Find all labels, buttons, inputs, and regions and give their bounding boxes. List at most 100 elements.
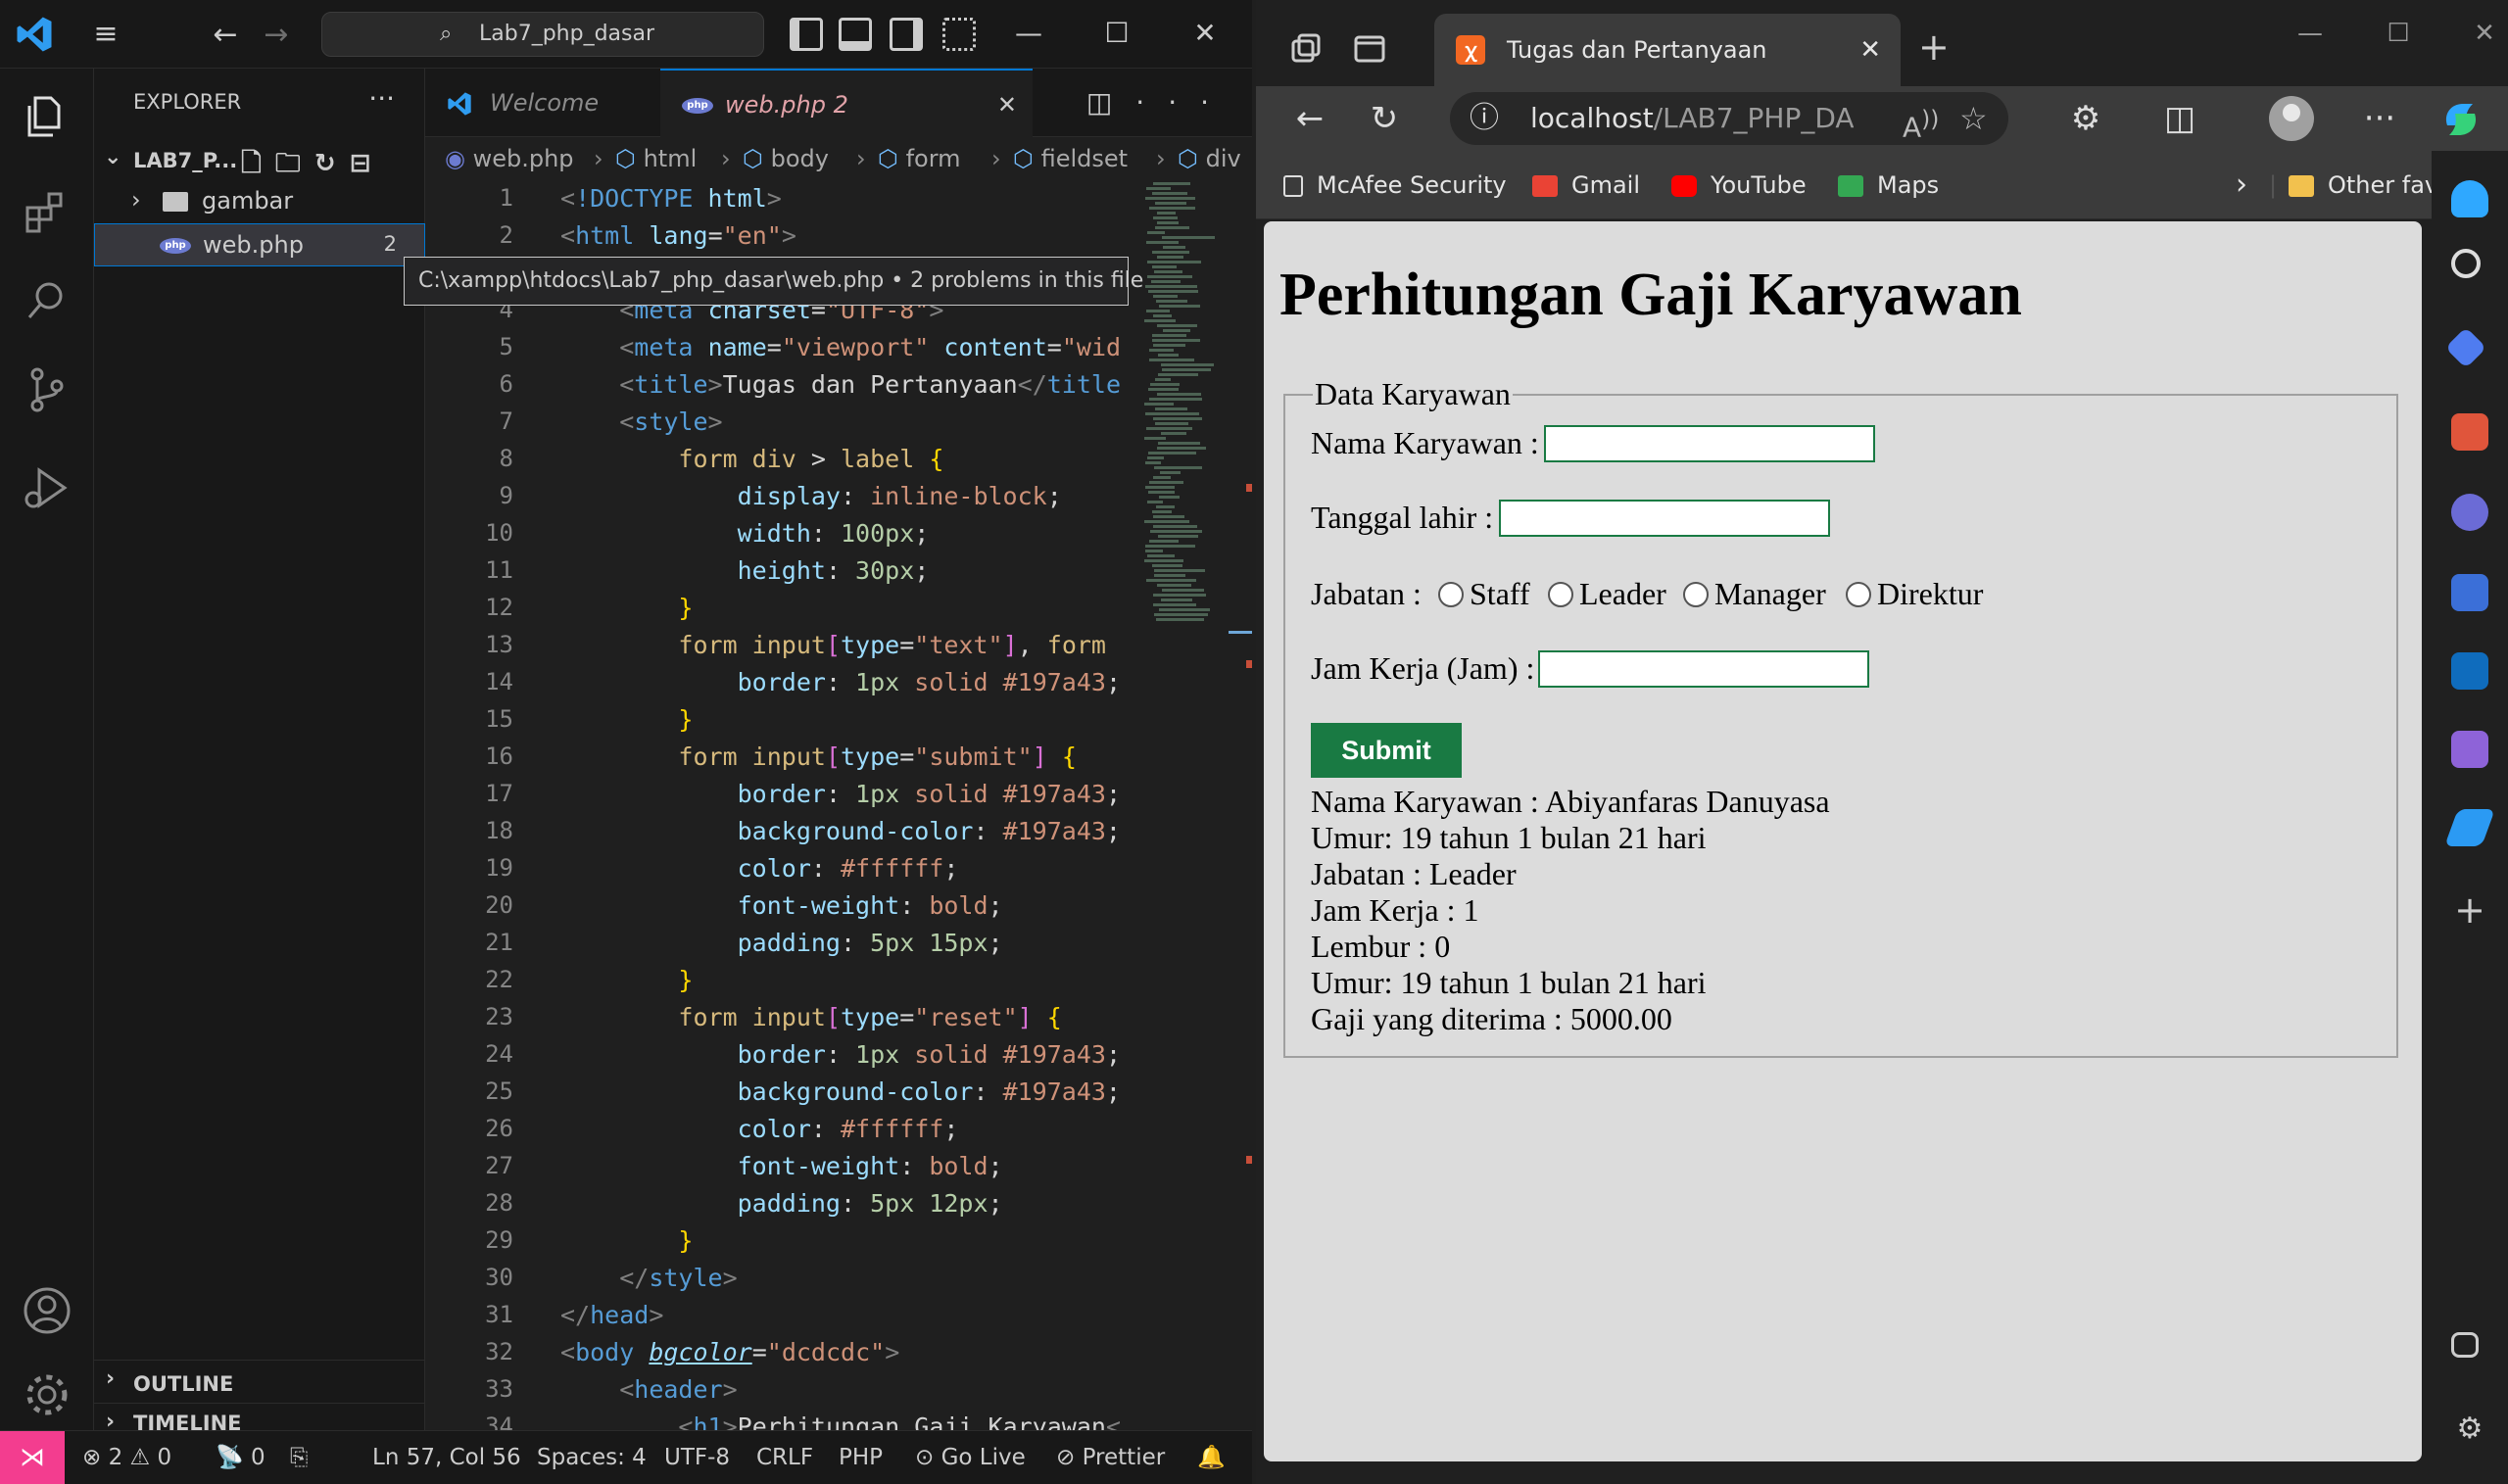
minimap-line xyxy=(1152,510,1172,513)
tree-item-web-php[interactable]: php web.php 2 xyxy=(94,223,425,266)
jam-kerja-input[interactable] xyxy=(1538,650,1869,688)
radio-leader[interactable] xyxy=(1548,582,1573,607)
notifications-bell-icon[interactable]: 🔔 xyxy=(1197,1431,1226,1484)
shopping-tag-icon[interactable] xyxy=(2444,326,2487,369)
indentation[interactable]: Spaces: 4 xyxy=(537,1431,647,1484)
go-live-button[interactable]: ⊙ Go Live xyxy=(915,1431,1026,1484)
breadcrumb-item-form[interactable]: ⬡ form xyxy=(878,137,961,180)
back-arrow-icon[interactable]: ← xyxy=(1285,94,1334,143)
workspaces-icon[interactable] xyxy=(1285,29,1325,69)
minimize-icon[interactable]: — xyxy=(2281,14,2339,53)
browser-tab-active[interactable]: ꭓ Tugas dan Pertanyaan ✕ xyxy=(1434,14,1901,86)
tree-item-gambar[interactable]: › gambar xyxy=(94,180,425,223)
tab-web-php[interactable]: php web.php 2 ✕ xyxy=(660,69,1033,137)
close-tab-icon[interactable]: ✕ xyxy=(997,71,1017,139)
language-mode[interactable]: PHP xyxy=(839,1431,883,1484)
microsoft365-icon[interactable] xyxy=(2451,574,2488,611)
code-editor[interactable]: 1234567891011121314151617181920212223242… xyxy=(425,180,1252,1430)
toggle-primary-sidebar-icon[interactable] xyxy=(790,18,823,51)
breadcrumb-item-file[interactable]: ◉ web.php xyxy=(445,137,574,180)
profile-avatar[interactable] xyxy=(2269,96,2314,141)
xampp-favicon-icon: ꭓ xyxy=(1456,35,1485,65)
read-aloud-icon[interactable]: A)) xyxy=(1903,92,1939,154)
breadcrumb-item-html[interactable]: ⬡ html xyxy=(615,137,697,180)
run-debug-icon[interactable] xyxy=(20,460,74,515)
drop-send-icon[interactable] xyxy=(2444,809,2495,846)
breadcrumb-item-div[interactable]: ⬡ div xyxy=(1178,137,1241,180)
favorite-maps[interactable]: Maps xyxy=(1838,151,1939,219)
settings-gear-icon[interactable] xyxy=(20,1367,74,1422)
command-center-search[interactable]: ⌕ Lab7_php_dasar xyxy=(321,12,764,57)
nama-input[interactable] xyxy=(1544,425,1875,462)
outline-section[interactable]: › OUTLINE xyxy=(94,1360,425,1403)
tools-briefcase-icon[interactable] xyxy=(2451,413,2488,451)
hide-sidebar-icon[interactable] xyxy=(2451,1332,2479,1358)
close-window-icon[interactable]: ✕ xyxy=(1176,14,1234,53)
problems-status[interactable]: ⊗ 2 ⚠ 0 xyxy=(82,1431,171,1484)
radio-direktur[interactable] xyxy=(1846,582,1871,607)
toggle-secondary-sidebar-icon[interactable] xyxy=(890,18,923,51)
extensions-puzzle-icon[interactable]: ⚙ xyxy=(2061,94,2110,143)
search-icon[interactable] xyxy=(2451,249,2481,278)
copilot-icon[interactable] xyxy=(2437,96,2484,143)
toggle-panel-icon[interactable] xyxy=(839,18,872,51)
site-info-icon[interactable]: ⓘ xyxy=(1470,92,1499,145)
maximize-icon[interactable]: ☐ xyxy=(2369,14,2428,53)
hamburger-menu-icon[interactable]: ≡ xyxy=(86,18,125,51)
cursor-position[interactable]: Ln 57, Col 56 xyxy=(372,1431,521,1484)
editor-actions[interactable]: ◫··· xyxy=(1086,69,1232,137)
search-icon[interactable] xyxy=(20,274,74,329)
minimize-icon[interactable]: — xyxy=(999,14,1058,53)
new-tab-icon[interactable]: + xyxy=(1918,27,1950,67)
radio-manager[interactable] xyxy=(1683,582,1709,607)
minimap-line xyxy=(1148,491,1175,494)
radio-staff[interactable] xyxy=(1438,582,1464,607)
forward-arrow-icon[interactable]: → xyxy=(257,16,296,55)
favorite-star-icon[interactable]: ☆ xyxy=(1959,92,1988,145)
more-actions-icon[interactable]: ··· xyxy=(368,82,395,115)
code-area[interactable]: <!DOCTYPE html> <html lang="en"> <meta c… xyxy=(560,180,1131,1430)
tree-item-label: gambar xyxy=(202,187,294,215)
remote-indicator-icon[interactable]: ⋊ xyxy=(0,1431,65,1484)
address-bar[interactable]: ⓘ localhost/LAB7_PHP_DAS... A)) ☆ xyxy=(1450,92,2008,145)
timeline-section[interactable]: › TIMELINE xyxy=(94,1403,425,1435)
end-of-line[interactable]: CRLF xyxy=(756,1431,813,1484)
favorite-mcafee[interactable]: McAfee Security xyxy=(1283,151,1507,219)
live-share-icon[interactable]: ⎘ xyxy=(290,1431,308,1484)
maximize-icon[interactable]: ☐ xyxy=(1087,14,1146,53)
notifications-bell-icon[interactable] xyxy=(2451,180,2488,217)
encoding[interactable]: UTF-8 xyxy=(664,1431,730,1484)
breadcrumb-item-body[interactable]: ⬡ body xyxy=(743,137,829,180)
explorer-files-icon[interactable] xyxy=(20,88,74,143)
tab-welcome[interactable]: Welcome xyxy=(425,69,660,137)
source-control-icon[interactable] xyxy=(20,362,74,417)
workspace-folder[interactable]: ⌄ LAB7_P... 🗋🗀↻⊟ xyxy=(94,141,425,180)
more-options-icon[interactable]: ··· xyxy=(2355,94,2404,143)
chevron-right-icon[interactable]: › xyxy=(2236,151,2247,219)
designer-icon[interactable] xyxy=(2451,731,2488,768)
ports-status[interactable]: 📡 0 xyxy=(216,1431,265,1484)
accounts-icon[interactable] xyxy=(20,1283,74,1338)
extensions-icon[interactable] xyxy=(20,186,74,241)
submit-button[interactable]: Submit xyxy=(1311,723,1462,778)
refresh-icon[interactable]: ↻ xyxy=(1360,94,1409,143)
back-arrow-icon[interactable]: ← xyxy=(206,16,245,55)
search-icon: ⌕ xyxy=(440,22,453,46)
prettier-status[interactable]: ⊘ Prettier xyxy=(1056,1431,1165,1484)
favorite-youtube[interactable]: YouTube xyxy=(1671,151,1807,219)
settings-gear-icon[interactable]: ⚙ xyxy=(2451,1411,2488,1448)
minimap[interactable] xyxy=(1140,180,1238,670)
tanggal-input[interactable] xyxy=(1499,500,1830,537)
edge-sidebar: + ⚙ xyxy=(2432,151,2508,1484)
favorite-gmail[interactable]: Gmail xyxy=(1532,151,1640,219)
split-screen-icon[interactable]: ◫ xyxy=(2155,94,2204,143)
close-window-icon[interactable]: ✕ xyxy=(2455,14,2508,53)
outlook-icon[interactable] xyxy=(2451,652,2488,690)
minimap-line xyxy=(1146,310,1170,312)
close-tab-icon[interactable]: ✕ xyxy=(1859,14,1881,86)
add-sidebar-app-icon[interactable]: + xyxy=(2451,891,2488,929)
games-icon[interactable] xyxy=(2451,494,2488,531)
breadcrumb-item-fieldset[interactable]: ⬡ fieldset xyxy=(1013,137,1128,180)
tab-actions-icon[interactable] xyxy=(1350,29,1389,69)
customize-layout-icon[interactable] xyxy=(942,18,976,51)
